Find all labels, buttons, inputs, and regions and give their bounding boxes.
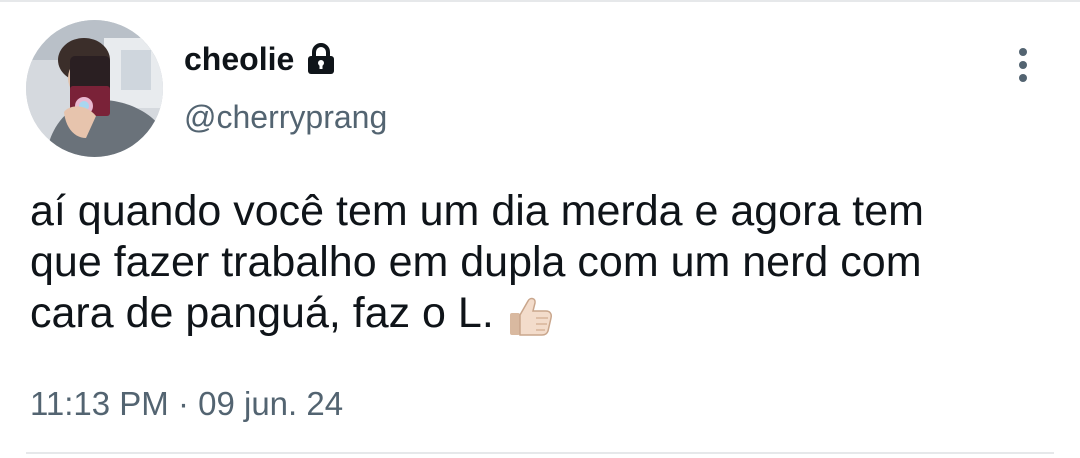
avatar-photo	[26, 20, 163, 157]
tweet-timestamp[interactable]: 11:13 PM · 09 jun. 24	[30, 382, 343, 426]
tweet-text-line: que fazer trabalho em dupla com um nerd …	[30, 238, 922, 286]
top-divider	[0, 0, 1080, 2]
display-name[interactable]: cheolie	[184, 38, 294, 80]
author-name-row[interactable]: cheolie	[184, 38, 338, 80]
more-vertical-icon	[1019, 48, 1027, 82]
author-handle[interactable]: @cherryprang	[184, 96, 387, 138]
avatar[interactable]	[26, 20, 163, 157]
tweet-text: aí quando você tem um dia merda e agora …	[30, 186, 1040, 339]
tweet-text-line-last: cara de panguá, faz o L.	[30, 288, 1040, 339]
more-options-button[interactable]	[1006, 46, 1040, 86]
lock-icon	[304, 42, 338, 76]
tweet-text-line: cara de panguá, faz o L.	[30, 289, 494, 337]
thumbs-up-icon	[506, 291, 554, 339]
tweet-text-line: aí quando você tem um dia merda e agora …	[30, 187, 924, 235]
bottom-divider	[26, 452, 1054, 454]
